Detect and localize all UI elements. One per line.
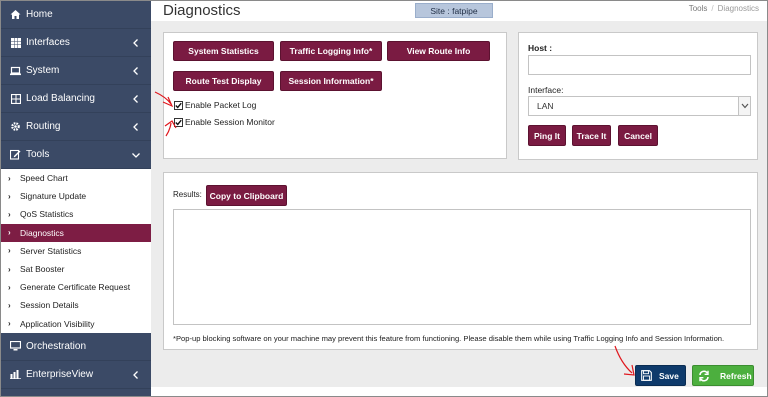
caret-right-icon: › [8,319,11,329]
sidebar-item-label: Load Balancing [26,93,95,104]
submenu-item-server-statistics[interactable]: › Server Statistics [1,242,151,260]
session-information-button[interactable]: Session Information* [280,71,382,91]
interface-select-value: LAN [537,101,554,111]
host-input[interactable] [528,55,751,75]
home-icon [10,9,21,20]
breadcrumb-current: Diagnostics [717,4,759,13]
submenu-item-application-visibility[interactable]: › Application Visibility [1,315,151,333]
sidebar-item-interfaces[interactable]: Interfaces [1,29,151,57]
checkbox-label: Enable Packet Log [185,100,257,110]
checkbox-label: Enable Session Monitor [185,117,275,127]
chevron-left-icon [133,39,138,47]
breadcrumb: Tools / Diagnostics [689,4,759,13]
system-statistics-button[interactable]: System Statistics [173,41,274,61]
sidebar-item-enterpriseview[interactable]: EnterpriseView [1,361,151,389]
chevron-left-icon [133,123,138,131]
chevron-down-icon [132,153,140,158]
submenu-item-signature-update[interactable]: › Signature Update [1,187,151,205]
enable-session-monitor-checkbox[interactable]: Enable Session Monitor [174,117,275,127]
sidebar: Home Interfaces System Load Balancing Ro… [1,1,151,396]
submenu-item-speed-chart[interactable]: › Speed Chart [1,169,151,187]
checkbox-box[interactable] [174,117,183,127]
sidebar-item-orchestration[interactable]: Orchestration [1,333,151,361]
main-content: System Statistics Traffic Logging Info* … [151,21,767,387]
caret-right-icon: › [8,228,11,238]
submenu-item-session-details[interactable]: › Session Details [1,296,151,314]
chart-icon [10,369,21,380]
cancel-button[interactable]: Cancel [618,125,658,146]
results-panel: Results: Copy to Clipboard *Pop-up block… [163,172,758,350]
chevron-down-icon [738,97,750,115]
breadcrumb-separator: / [711,4,714,13]
sidebar-item-label: System [26,65,60,76]
sidebar-item-label: Home [26,9,53,20]
save-button[interactable]: Save [635,365,686,386]
monitor-icon [10,341,21,352]
submenu-item-diagnostics[interactable]: › Diagnostics [1,223,151,242]
submenu-item-sat-booster[interactable]: › Sat Booster [1,260,151,278]
sidebar-item-home[interactable]: Home [1,1,151,29]
grid-icon [10,37,21,48]
view-route-info-button[interactable]: View Route Info [387,41,490,61]
laptop-icon [10,65,21,76]
sidebar-item-system[interactable]: System [1,57,151,85]
chevron-left-icon [133,370,138,379]
site-badge: Site : fatpipe [415,3,493,18]
checkmark-icon [175,119,182,125]
save-icon [641,370,652,381]
results-textarea[interactable] [173,209,751,325]
checkmark-icon [175,102,182,108]
sidebar-item-routing[interactable]: Routing [1,113,151,141]
sidebar-item-tools[interactable]: Tools [1,141,151,169]
edit-icon [10,149,21,160]
copy-to-clipboard-button[interactable]: Copy to Clipboard [206,185,287,206]
popup-blocker-note: *Pop-up blocking software on your machin… [173,334,725,343]
gear-icon [10,121,21,132]
interface-select[interactable]: LAN [528,96,751,116]
submenu-item-qos-statistics[interactable]: › QoS Statistics [1,205,151,223]
caret-right-icon: › [8,209,11,219]
sidebar-item-label: Orchestration [26,340,87,352]
page-title: Diagnostics [163,2,241,19]
sidebar-item-label: Interfaces [26,37,70,48]
caret-right-icon: › [8,173,11,183]
route-test-display-button[interactable]: Route Test Display [173,71,274,91]
caret-right-icon: › [8,264,11,274]
page-header: Diagnostics Site : fatpipe Tools / Diagnos… [151,1,767,21]
caret-right-icon: › [8,300,11,310]
refresh-button[interactable]: Refresh [692,365,754,386]
interface-label: Interface: [528,85,564,95]
server-icon [10,93,21,104]
sidebar-item-load-balancing[interactable]: Load Balancing [1,85,151,113]
ping-trace-panel: Host : Interface: LAN Ping It Trace It C… [518,32,758,160]
save-button-label: Save [659,370,679,381]
diagnostics-panel: System Statistics Traffic Logging Info* … [163,32,507,159]
trace-it-button[interactable]: Trace It [572,125,611,146]
caret-right-icon: › [8,191,11,201]
tools-submenu: › Speed Chart › Signature Update › QoS Stat… [1,169,151,333]
traffic-logging-info-button[interactable]: Traffic Logging Info* [280,41,382,61]
breadcrumb-tools[interactable]: Tools [689,4,708,13]
sidebar-item-label: Tools [26,149,50,160]
enable-packet-log-checkbox[interactable]: Enable Packet Log [174,100,256,110]
results-label: Results: [173,190,202,199]
refresh-icon [699,370,709,381]
caret-right-icon: › [8,246,11,256]
submenu-item-generate-certificate-request[interactable]: › Generate Certificate Request [1,278,151,296]
ping-it-button[interactable]: Ping It [528,125,566,146]
refresh-button-label: Refresh [720,370,752,381]
checkbox-box[interactable] [174,100,183,110]
sidebar-item-label: EnterpriseView [26,368,94,380]
host-label: Host : [528,43,553,53]
chevron-left-icon [133,95,138,103]
sidebar-item-label: Routing [26,121,61,132]
chevron-left-icon [133,67,138,75]
caret-right-icon: › [8,282,11,292]
